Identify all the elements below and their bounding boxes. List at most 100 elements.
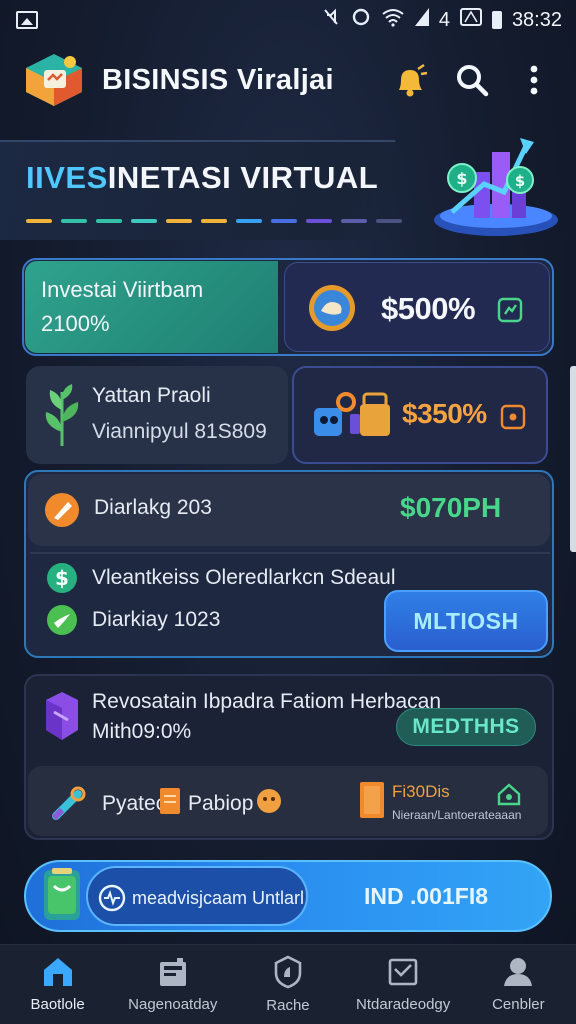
mini-right-title: Fi30Dis: [392, 782, 450, 801]
person-icon: [504, 958, 533, 986]
investai-value: 2100%: [41, 311, 110, 336]
dividend-label: Diarlakg 203: [94, 496, 212, 519]
divider-dash: [131, 219, 157, 223]
signal-label: 4: [438, 8, 450, 31]
tools-amount: $350%: [402, 398, 487, 429]
dividend-amount: $070PH: [400, 492, 502, 523]
app-logo: [20, 46, 88, 114]
search-button[interactable]: [450, 58, 494, 102]
signal-icon: [414, 8, 429, 32]
bottom-navigation: Baotlole Nagenoatday Rache Ntdaradeodgy …: [0, 944, 576, 1024]
status-left: [16, 11, 38, 29]
svg-text:$: $: [55, 566, 69, 590]
secondary-action-button[interactable]: MEDTHHS: [396, 708, 536, 746]
investai-card[interactable]: Investai Viirtbam 2100%: [25, 261, 278, 353]
divider-dash: [96, 219, 122, 223]
promo-left-label: meadvisjcaam Untlarl: [132, 888, 305, 908]
emoji-icon: [256, 788, 282, 819]
balance-amount: $500%: [381, 291, 476, 326]
tools-mini-icon: [48, 784, 88, 829]
revo-value: Mith09:0%: [92, 720, 192, 743]
hero-title-accent: IIVES: [26, 160, 108, 195]
profit-title: Yattan Praoli: [92, 384, 211, 407]
pulse-icon: [98, 884, 126, 917]
investment-app: 4 38:32 BISINSIS Viraljai $ $ IIVESINETA…: [0, 0, 576, 1024]
news-label: Vleantkeiss Oleredlarkcn Sdeaul: [92, 566, 396, 589]
dividend-row[interactable]: Diarlakg 203 $070PH: [28, 474, 550, 546]
nav-label-inbox: Ntdaradeodgy: [356, 996, 451, 1013]
gallery-notification-icon: [16, 11, 38, 29]
nav-label-home: Baotlole: [30, 996, 85, 1013]
mini-row: Pyatec Pabiop Fi30Dis Nieraan/Lantoerate…: [28, 766, 548, 836]
svg-text:$: $: [456, 169, 467, 188]
mini-left-label: Pyatec: [102, 792, 167, 815]
divider-dash: [341, 219, 367, 223]
dollar-icon: $: [46, 562, 78, 599]
nav-label-shield: Rache: [266, 997, 310, 1014]
divider-dash: [201, 219, 227, 223]
mini-right-sub: Nieraan/Lantoerateaaan: [392, 808, 522, 822]
hero-title-rest: INETASI VIRTUAL: [107, 160, 379, 195]
nav-label-portfolio: Nagenoatday: [128, 996, 218, 1013]
cube-icon: [40, 690, 80, 747]
nav-item-shield[interactable]: Rache: [230, 945, 345, 1024]
notification-button[interactable]: [388, 58, 432, 102]
promo-left-pill[interactable]: meadvisjcaam Untlarl: [86, 866, 308, 926]
drink-icon: [38, 866, 86, 929]
hero-divider: [26, 219, 402, 223]
profit-card[interactable]: Yattan Praoli Viannipyul 81S809: [26, 366, 288, 464]
divider-dash: [306, 219, 332, 223]
more-vertical-icon: [530, 65, 538, 95]
promo-right-label[interactable]: IND .001FI8: [316, 878, 536, 914]
battery-icon: [491, 11, 502, 29]
wifi-icon: [381, 7, 405, 33]
investai-title: Investai Viirtbam: [41, 277, 204, 302]
folder-icon: [358, 780, 386, 825]
trend-icon: [497, 297, 523, 328]
record-icon: [500, 404, 526, 435]
revo-title: Revosatain Ibpadra Fatiom Herbacan: [92, 690, 442, 713]
nav-item-portfolio[interactable]: Nagenoatday: [115, 945, 230, 1024]
divider-dash: [376, 219, 402, 223]
profit-subtitle: Viannipyul 81S809: [92, 420, 267, 443]
svg-text:$: $: [515, 172, 525, 190]
nav-item-profile[interactable]: Cenbler: [461, 945, 576, 1024]
briefcase-icon: [159, 958, 186, 986]
house-icon: [496, 782, 522, 811]
growth-chart-illustration: $ $: [422, 132, 562, 244]
divider-dash: [271, 219, 297, 223]
mute-icon: [321, 7, 341, 33]
nav-label-profile: Cenbler: [492, 996, 545, 1013]
daily-label: Diarkiay 1023: [92, 608, 221, 631]
document-icon: [158, 786, 182, 821]
home-icon: [43, 958, 72, 986]
pen-icon: [44, 492, 80, 533]
hero-title: IIVESINETASI VIRTUAL: [26, 160, 378, 196]
inbox-icon: [388, 958, 418, 986]
scroll-indicator[interactable]: [570, 366, 576, 552]
screen-icon: [459, 8, 482, 32]
shield-icon: [274, 955, 302, 989]
more-menu-button[interactable]: [512, 58, 556, 102]
nav-item-inbox[interactable]: Ntdaradeodgy: [346, 945, 461, 1024]
divider-dash: [166, 219, 192, 223]
tools-illustration: [310, 386, 396, 451]
alarm-icon: [351, 7, 371, 33]
app-title: BISINSIS Viraljai: [102, 63, 334, 96]
divider-dash: [236, 219, 262, 223]
check-icon: [46, 604, 78, 641]
primary-action-button[interactable]: MLTIOSH: [384, 590, 548, 652]
balance-card[interactable]: $500%: [284, 262, 550, 352]
app-bar: BISINSIS Viraljai: [0, 44, 576, 116]
status-bar: 4 38:32: [0, 0, 576, 40]
row-divider: [30, 552, 550, 554]
search-icon: [457, 65, 489, 97]
divider-dash: [26, 219, 52, 223]
nav-item-home[interactable]: Baotlole: [0, 945, 115, 1024]
mini-middle-label: Pabiop: [188, 792, 254, 815]
divider-dash: [61, 219, 87, 223]
leaf-icon: [42, 382, 82, 453]
coin-icon: [307, 283, 357, 338]
tools-card[interactable]: $350%: [292, 366, 548, 464]
status-time: 38:32: [511, 8, 562, 31]
